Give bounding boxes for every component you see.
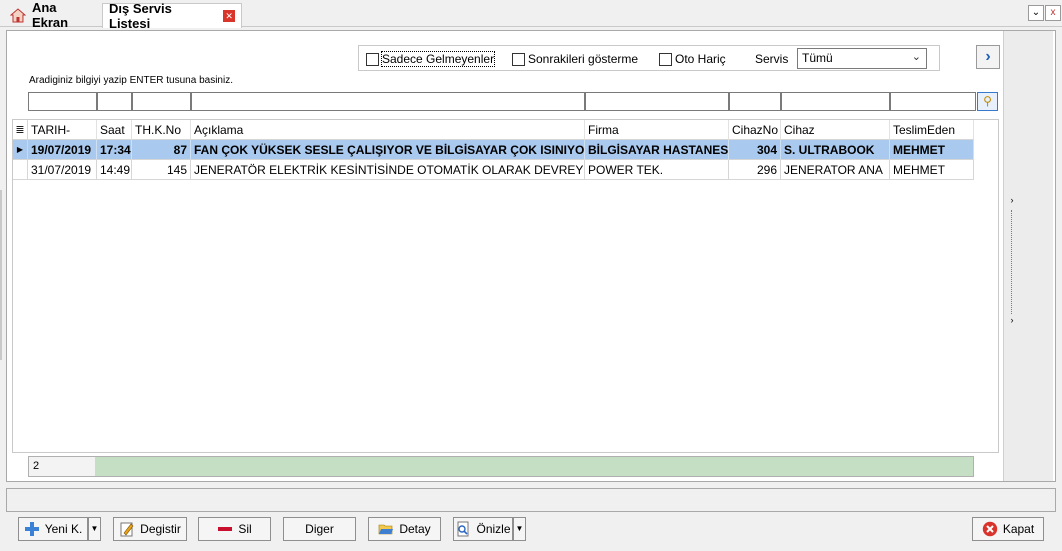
- onizle-dropdown[interactable]: ▼: [513, 517, 526, 541]
- yeni-kayit-dropdown[interactable]: ▼: [88, 517, 101, 541]
- cell-aciklama: JENERATÖR ELEKTRİK KESİNTİSİNDE OTOMATİK…: [191, 160, 585, 180]
- cell-thkno: 87: [132, 140, 191, 160]
- chevron-down-icon: ▼: [515, 524, 524, 533]
- plus-icon: [24, 522, 39, 536]
- yeni-kayit-button[interactable]: Yeni K.: [18, 517, 88, 541]
- print-preview-icon: [457, 521, 469, 537]
- chevron-down-icon[interactable]: ⌄: [1028, 5, 1044, 21]
- search-input-firma[interactable]: [585, 92, 729, 111]
- cell-cihaz: JENERATOR ANA: [781, 160, 890, 180]
- cell-cihazno: 304: [729, 140, 781, 160]
- degistir-button[interactable]: Degistir: [113, 517, 187, 541]
- cell-teslimeden: MEHMET: [890, 160, 974, 180]
- home-icon: [10, 7, 26, 22]
- row-count: 2: [29, 457, 95, 476]
- close-icon[interactable]: x: [1045, 5, 1061, 21]
- sil-button[interactable]: Sil: [198, 517, 271, 541]
- chevron-right-icon: ›: [985, 48, 991, 65]
- sadece-gelmeyenler-checkbox[interactable]: Sadece Gelmeyenler: [366, 51, 496, 67]
- folder-open-icon: [379, 524, 394, 535]
- chevron-down-icon: ⌄: [911, 51, 921, 63]
- column-chooser-icon[interactable]: ≣: [13, 120, 28, 140]
- chevron-right-icon[interactable]: ›: [1007, 194, 1017, 206]
- tab-ana-ekran[interactable]: Ana Ekran: [4, 0, 102, 30]
- cell-tarih: 19/07/2019: [28, 140, 97, 160]
- status-bar: [6, 488, 1056, 512]
- cell-saat: 14:49: [97, 160, 132, 180]
- expand-button[interactable]: ›: [976, 45, 1000, 69]
- sonrakileri-gosterme-checkbox[interactable]: Sonrakileri gösterme: [512, 52, 638, 66]
- servis-label: Servis: [755, 52, 789, 66]
- column-header-teslimeden[interactable]: TeslimEden: [890, 120, 974, 140]
- cell-cihazno: 296: [729, 160, 781, 180]
- row-indicator-icon: ▶: [13, 140, 28, 160]
- table-row[interactable]: ▶ 19/07/2019 17:34 87 FAN ÇOK YÜKSEK SES…: [13, 140, 974, 160]
- cell-aciklama: FAN ÇOK YÜKSEK SESLE ÇALIŞIYOR VE BİLGİS…: [191, 140, 585, 160]
- cell-teslimeden: MEHMET: [890, 140, 974, 160]
- splitter-left: [0, 190, 2, 360]
- cell-cihaz: S. ULTRABOOK: [781, 140, 890, 160]
- search-input-teslimeden[interactable]: [890, 92, 976, 111]
- search-input-tarih[interactable]: [28, 92, 97, 111]
- filter-clear-button[interactable]: ⚲: [977, 92, 998, 111]
- chevron-down-icon: ▼: [90, 524, 99, 533]
- edit-icon: [120, 522, 134, 537]
- oto-haric-checkbox[interactable]: Oto Hariç: [659, 52, 726, 66]
- column-header-tarih[interactable]: TARIH-: [28, 120, 97, 140]
- column-header-cihaz[interactable]: Cihaz: [781, 120, 890, 140]
- search-hint: Aradiginiz bilgiyi yazip ENTER tusuna ba…: [29, 75, 233, 86]
- splitter-handle[interactable]: [1011, 210, 1012, 314]
- chevron-right-icon[interactable]: ›: [1007, 314, 1017, 326]
- table-row[interactable]: 31/07/2019 14:49 145 JENERATÖR ELEKTRİK …: [13, 160, 974, 180]
- row-indicator: [13, 160, 28, 180]
- grid-footer: [28, 456, 974, 477]
- tab-dis-servis-listesi[interactable]: Dış Servis Listesi ✕: [102, 1, 242, 31]
- cell-firma: POWER TEK.: [585, 160, 729, 180]
- column-header-firma[interactable]: Firma: [585, 120, 729, 140]
- kapat-button[interactable]: Kapat: [972, 517, 1044, 541]
- cell-firma: BİLGİSAYAR HASTANESİ: [585, 140, 729, 160]
- column-header-thkno[interactable]: TH.K.No: [132, 120, 191, 140]
- servis-select[interactable]: Tümü ⌄: [797, 48, 927, 69]
- column-header-saat[interactable]: Saat: [97, 120, 132, 140]
- minus-icon: [218, 527, 233, 531]
- close-icon[interactable]: ✕: [223, 10, 235, 22]
- close-circle-icon: [982, 521, 998, 537]
- column-header-cihazno[interactable]: CihazNo: [729, 120, 781, 140]
- detay-button[interactable]: Detay: [368, 517, 441, 541]
- tab-label: Dış Servis Listesi: [109, 1, 172, 31]
- diger-button[interactable]: Diger: [283, 517, 356, 541]
- cell-tarih: 31/07/2019: [28, 160, 97, 180]
- cell-saat: 17:34: [97, 140, 132, 160]
- search-input-aciklama[interactable]: [191, 92, 585, 111]
- filter-icon: ⚲: [983, 94, 992, 108]
- search-input-cihazno[interactable]: [729, 92, 781, 111]
- tab-label: Ana Ekran: [31, 0, 69, 30]
- search-input-cihaz[interactable]: [781, 92, 890, 111]
- search-input-thkno[interactable]: [132, 92, 191, 111]
- onizle-button[interactable]: Önizle: [453, 517, 513, 541]
- cell-thkno: 145: [132, 160, 191, 180]
- column-header-aciklama[interactable]: Açıklama: [191, 120, 585, 140]
- search-input-saat[interactable]: [97, 92, 132, 111]
